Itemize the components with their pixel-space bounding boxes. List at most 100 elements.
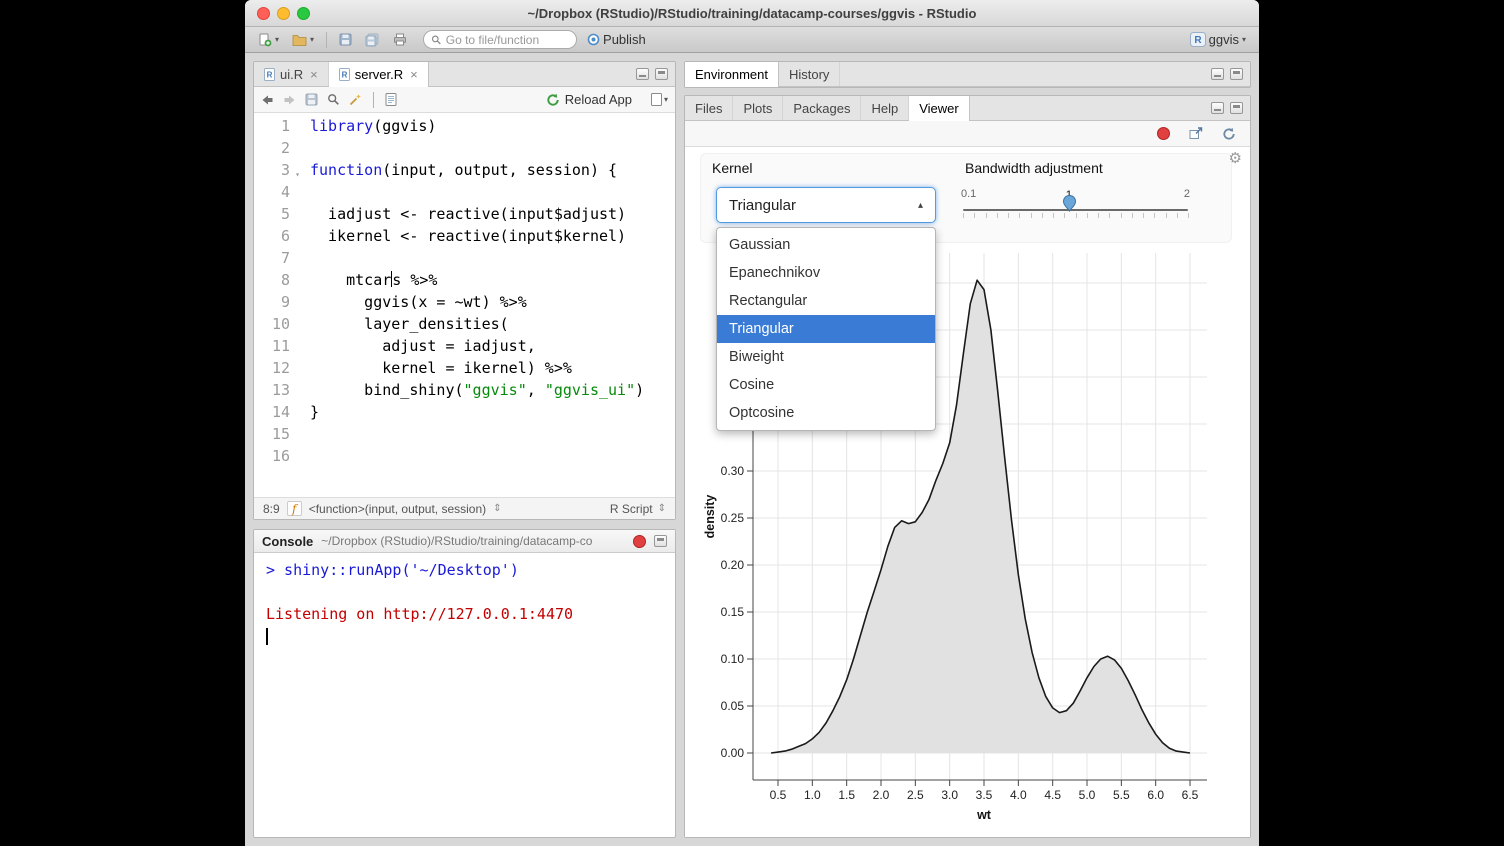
minimize-pane-button[interactable] <box>636 68 649 80</box>
search-icon[interactable] <box>327 93 340 106</box>
slider-handle[interactable] <box>1062 194 1077 212</box>
code-line[interactable]: 14} <box>254 401 675 423</box>
tab-environment[interactable]: Environment <box>685 62 779 87</box>
code-line[interactable]: 4 <box>254 181 675 203</box>
zoom-window-button[interactable] <box>297 7 310 20</box>
tab-packages[interactable]: Packages <box>783 96 861 120</box>
maximize-pane-button[interactable] <box>1230 68 1243 80</box>
slider-tick <box>1154 213 1155 218</box>
save-button[interactable] <box>336 31 355 48</box>
dropdown-option[interactable]: Gaussian <box>717 231 935 259</box>
print-button[interactable] <box>390 31 410 48</box>
tab-files[interactable]: Files <box>685 96 733 120</box>
svg-text:wt: wt <box>976 808 992 822</box>
editor-status-bar: 8:9 f <function>(input, output, session)… <box>254 497 675 519</box>
line-number: 6 <box>254 225 300 247</box>
maximize-pane-button[interactable] <box>654 535 667 547</box>
code-line[interactable]: 10 layer_densities( <box>254 313 675 335</box>
line-number: 15 <box>254 423 300 445</box>
code-line[interactable]: 8 mtcars %>% <box>254 269 675 291</box>
tab-help[interactable]: Help <box>861 96 909 120</box>
code-line[interactable]: 2 <box>254 137 675 159</box>
code-line[interactable]: 5 iadjust <- reactive(input$adjust) <box>254 203 675 225</box>
code-line[interactable]: 11 adjust = iadjust, <box>254 335 675 357</box>
save-all-button[interactable] <box>362 31 383 49</box>
save-icon[interactable] <box>305 93 318 106</box>
tab-ui-r[interactable]: R ui.R × <box>254 62 329 86</box>
source-options-button[interactable]: ▾ <box>651 93 668 106</box>
refresh-icon[interactable] <box>1222 127 1236 141</box>
goto-file-search[interactable] <box>423 30 577 49</box>
back-icon[interactable] <box>261 94 274 106</box>
stop-app-button[interactable] <box>633 535 646 548</box>
console-header[interactable]: Console ~/Dropbox (RStudio)/RStudio/trai… <box>254 530 675 553</box>
open-in-new-window-icon[interactable] <box>1189 127 1203 140</box>
dropdown-option[interactable]: Cosine <box>717 371 935 399</box>
svg-text:0.25: 0.25 <box>721 511 745 525</box>
bandwidth-slider[interactable]: 0.1 1 2 <box>963 187 1188 229</box>
project-menu-button[interactable]: R ggvis ▾ <box>1187 30 1249 49</box>
code-line[interactable]: 7 <box>254 247 675 269</box>
minimize-pane-button[interactable] <box>1211 68 1224 80</box>
dropdown-option[interactable]: Rectangular <box>717 287 935 315</box>
line-number: 2 <box>254 137 300 159</box>
dropdown-option[interactable]: Biweight <box>717 343 935 371</box>
open-file-button[interactable]: ▾ <box>289 31 317 48</box>
tab-label: History <box>789 67 829 82</box>
dropdown-option[interactable]: Epanechnikov <box>717 259 935 287</box>
tab-viewer[interactable]: Viewer <box>909 96 970 121</box>
code-line[interactable]: 3▾function(input, output, session) { <box>254 159 675 181</box>
maximize-pane-button[interactable] <box>1230 102 1243 114</box>
code-editor[interactable]: 1library(ggvis)23▾function(input, output… <box>254 113 675 497</box>
svg-text:4.0: 4.0 <box>1010 788 1027 802</box>
close-icon[interactable]: × <box>310 67 318 82</box>
code-line[interactable]: 16 <box>254 445 675 467</box>
close-icon[interactable]: × <box>410 67 418 82</box>
slider-tick <box>1143 213 1144 218</box>
tab-history[interactable]: History <box>779 62 840 86</box>
svg-text:1.0: 1.0 <box>804 788 821 802</box>
line-number: 13 <box>254 379 300 401</box>
gear-icon[interactable]: ⚙ <box>1229 149 1242 167</box>
goto-file-input[interactable] <box>446 33 569 47</box>
slider-min-label: 0.1 <box>961 188 976 200</box>
minimize-pane-button[interactable] <box>1211 102 1224 114</box>
title-bar[interactable]: ~/Dropbox (RStudio)/RStudio/training/dat… <box>245 0 1259 27</box>
forward-icon[interactable] <box>283 94 296 106</box>
pane-buttons <box>1211 62 1250 86</box>
code-line[interactable]: 13 bind_shiny("ggvis", "ggvis_ui") <box>254 379 675 401</box>
publish-button[interactable]: Publish <box>584 30 649 49</box>
dropdown-option[interactable]: Triangular <box>717 315 935 343</box>
window-title: ~/Dropbox (RStudio)/RStudio/training/dat… <box>325 0 1179 27</box>
code-line[interactable]: 15 <box>254 423 675 445</box>
code-line[interactable]: 6 ikernel <- reactive(input$kernel) <box>254 225 675 247</box>
console-message: Listening on http://127.0.0.1:4470 <box>266 603 675 625</box>
compile-notebook-icon[interactable] <box>385 93 397 106</box>
updown-icon: ⇕ <box>658 503 666 514</box>
svg-text:0.5: 0.5 <box>770 788 787 802</box>
reload-app-button[interactable]: Reload App <box>546 92 632 107</box>
stop-viewer-button[interactable] <box>1157 127 1170 140</box>
svg-text:3.0: 3.0 <box>941 788 958 802</box>
kernel-select[interactable]: Triangular ▴ <box>716 187 936 223</box>
kernel-select-value: Triangular <box>729 197 796 214</box>
code-line[interactable]: 9 ggvis(x = ~wt) %>% <box>254 291 675 313</box>
line-number: 5 <box>254 203 300 225</box>
function-context-selector[interactable]: <function>(input, output, session) <box>309 502 486 516</box>
code-line[interactable]: 12 kernel = ikernel) %>% <box>254 357 675 379</box>
doc-type-selector[interactable]: R Script <box>610 502 653 516</box>
maximize-pane-button[interactable] <box>655 68 668 80</box>
tab-plots[interactable]: Plots <box>733 96 783 120</box>
publish-label: Publish <box>603 32 646 47</box>
dropdown-option[interactable]: Optcosine <box>717 399 935 427</box>
console-body[interactable]: > shiny::runApp('~/Desktop') Listening o… <box>254 553 675 647</box>
save-all-icon <box>365 33 380 47</box>
close-window-button[interactable] <box>257 7 270 20</box>
folder-icon <box>292 33 307 46</box>
new-file-button[interactable]: ▾ <box>255 31 282 49</box>
code-line[interactable]: 1library(ggvis) <box>254 115 675 137</box>
r-project-icon: R <box>1190 32 1206 47</box>
tab-server-r[interactable]: R server.R × <box>329 62 429 87</box>
wand-icon[interactable] <box>349 93 362 106</box>
minimize-window-button[interactable] <box>277 7 290 20</box>
